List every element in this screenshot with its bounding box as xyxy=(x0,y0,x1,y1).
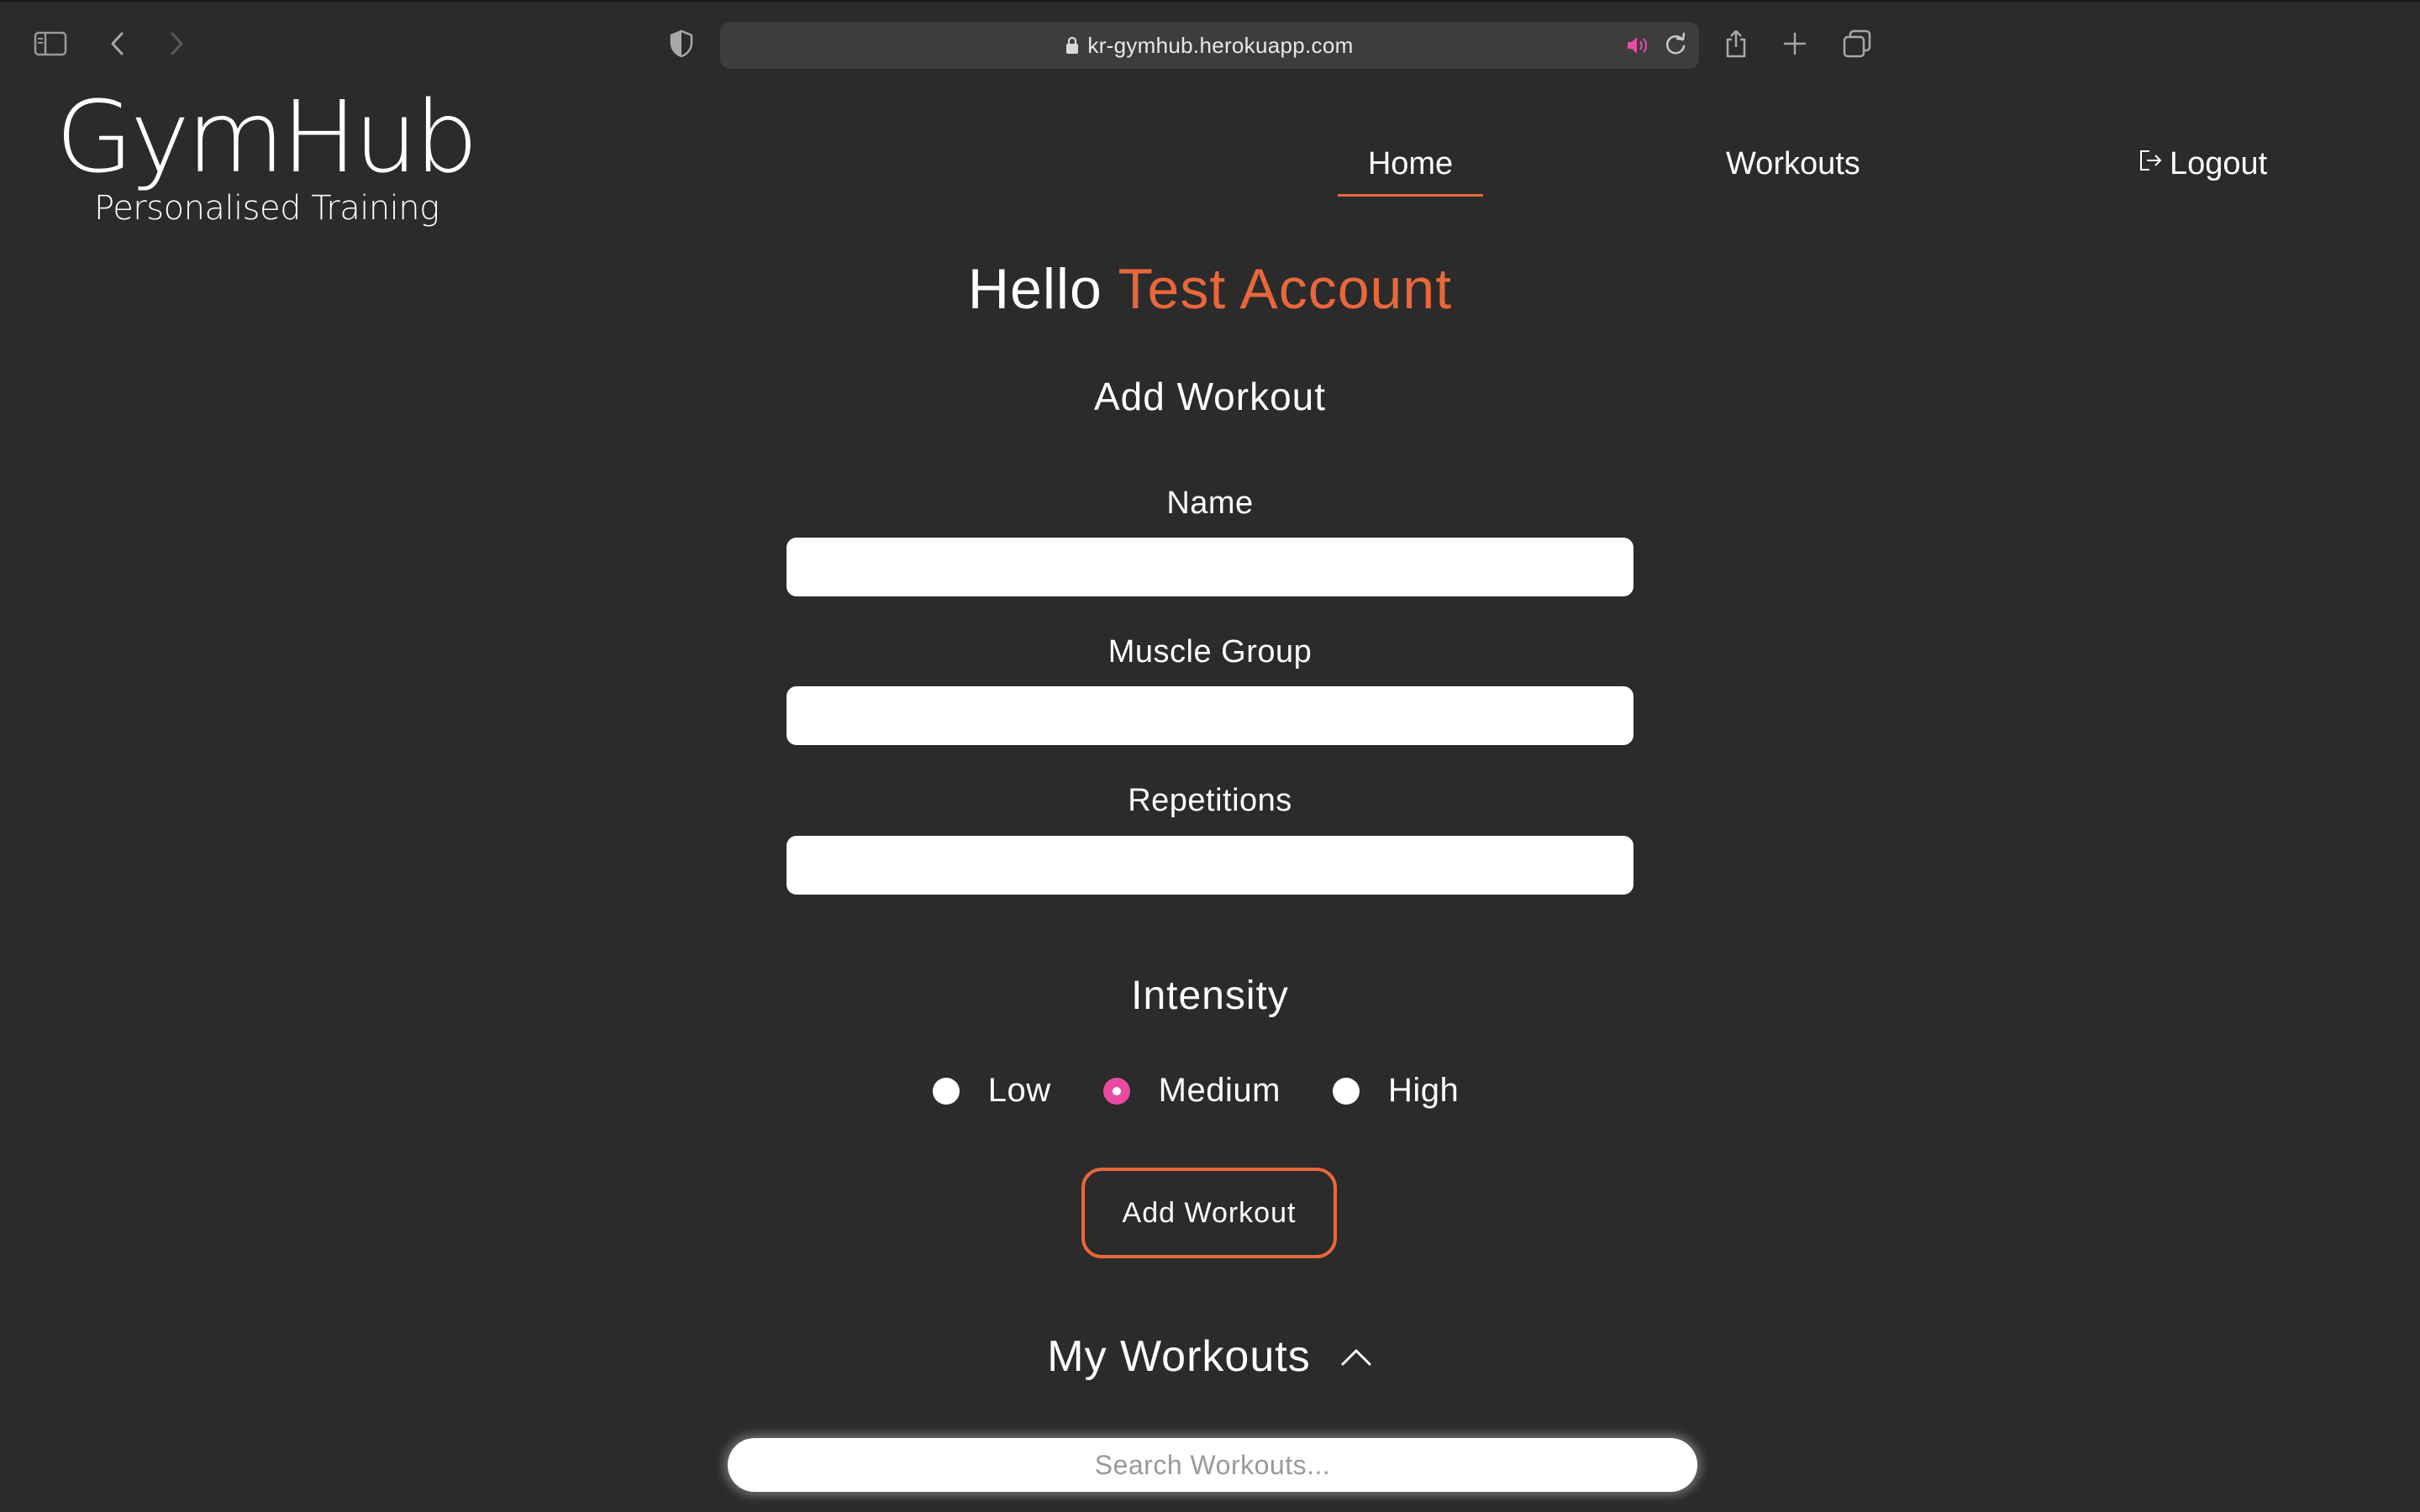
greeting-username: Test Account xyxy=(1118,257,1453,321)
nav-home-link[interactable]: Home xyxy=(1338,146,1483,197)
intensity-option-medium[interactable]: Medium xyxy=(1102,1072,1309,1110)
radio-medium[interactable] xyxy=(1102,1077,1130,1105)
nav-logout-link[interactable]: Logout xyxy=(2138,146,2267,182)
logo-subtitle: Personalised Training xyxy=(94,189,439,228)
radio-low-label: Low xyxy=(987,1072,1051,1109)
greeting-prefix: Hello xyxy=(967,257,1102,321)
url-text: kr-gymhub.herokuapp.com xyxy=(1087,32,1354,58)
repetitions-input[interactable] xyxy=(786,836,1634,895)
sidebar-icon[interactable] xyxy=(32,25,69,62)
new-tab-icon[interactable] xyxy=(1776,25,1813,62)
logout-icon xyxy=(2140,150,2162,171)
my-workouts-heading: My Workouts xyxy=(1047,1332,1311,1381)
add-workout-heading: Add Workout xyxy=(1093,375,1327,418)
tabs-overview-icon[interactable] xyxy=(1839,25,1876,62)
name-label: Name xyxy=(1166,486,1254,521)
forward-icon[interactable] xyxy=(158,25,195,62)
address-bar[interactable]: kr-gymhub.herokuapp.com xyxy=(720,22,1699,69)
browser-toolbar: kr-gymhub.herokuapp.com xyxy=(0,0,2420,84)
intensity-radio-group: Low Medium High xyxy=(0,1072,2420,1110)
repetitions-label: Repetitions xyxy=(1128,783,1292,818)
add-workout-button[interactable]: Add Workout xyxy=(1081,1168,1337,1258)
radio-high[interactable] xyxy=(1332,1077,1360,1105)
intensity-option-high[interactable]: High xyxy=(1332,1072,1487,1110)
lock-icon xyxy=(1065,36,1079,55)
back-icon[interactable] xyxy=(99,25,136,62)
search-workouts-input[interactable] xyxy=(728,1438,1697,1492)
privacy-shield-icon[interactable] xyxy=(663,25,700,62)
intensity-heading: Intensity xyxy=(1131,974,1289,1018)
radio-low[interactable] xyxy=(932,1077,960,1105)
gymhub-logo[interactable]: GymHub Personalised Training xyxy=(55,81,478,228)
chevron-up-icon xyxy=(1341,1349,1371,1366)
name-input[interactable] xyxy=(786,538,1634,596)
greeting: Hello Test Account xyxy=(0,256,2420,322)
logo-title: GymHub xyxy=(55,81,478,196)
logout-label: Logout xyxy=(2170,146,2268,181)
share-icon[interactable] xyxy=(1718,25,1754,62)
radio-medium-label: Medium xyxy=(1158,1072,1281,1109)
reload-icon[interactable] xyxy=(1664,32,1687,61)
muscle-group-label: Muscle Group xyxy=(1107,634,1313,669)
muscle-group-input[interactable] xyxy=(786,686,1634,745)
radio-high-label: High xyxy=(1387,1072,1460,1109)
audio-icon[interactable] xyxy=(1625,34,1650,61)
address-bar-content: kr-gymhub.herokuapp.com xyxy=(720,22,1699,69)
intensity-option-low[interactable]: Low xyxy=(932,1072,1080,1110)
my-workouts-toggle[interactable]: My Workouts xyxy=(0,1331,2420,1382)
nav-workouts-link[interactable]: Workouts xyxy=(1726,146,1860,182)
